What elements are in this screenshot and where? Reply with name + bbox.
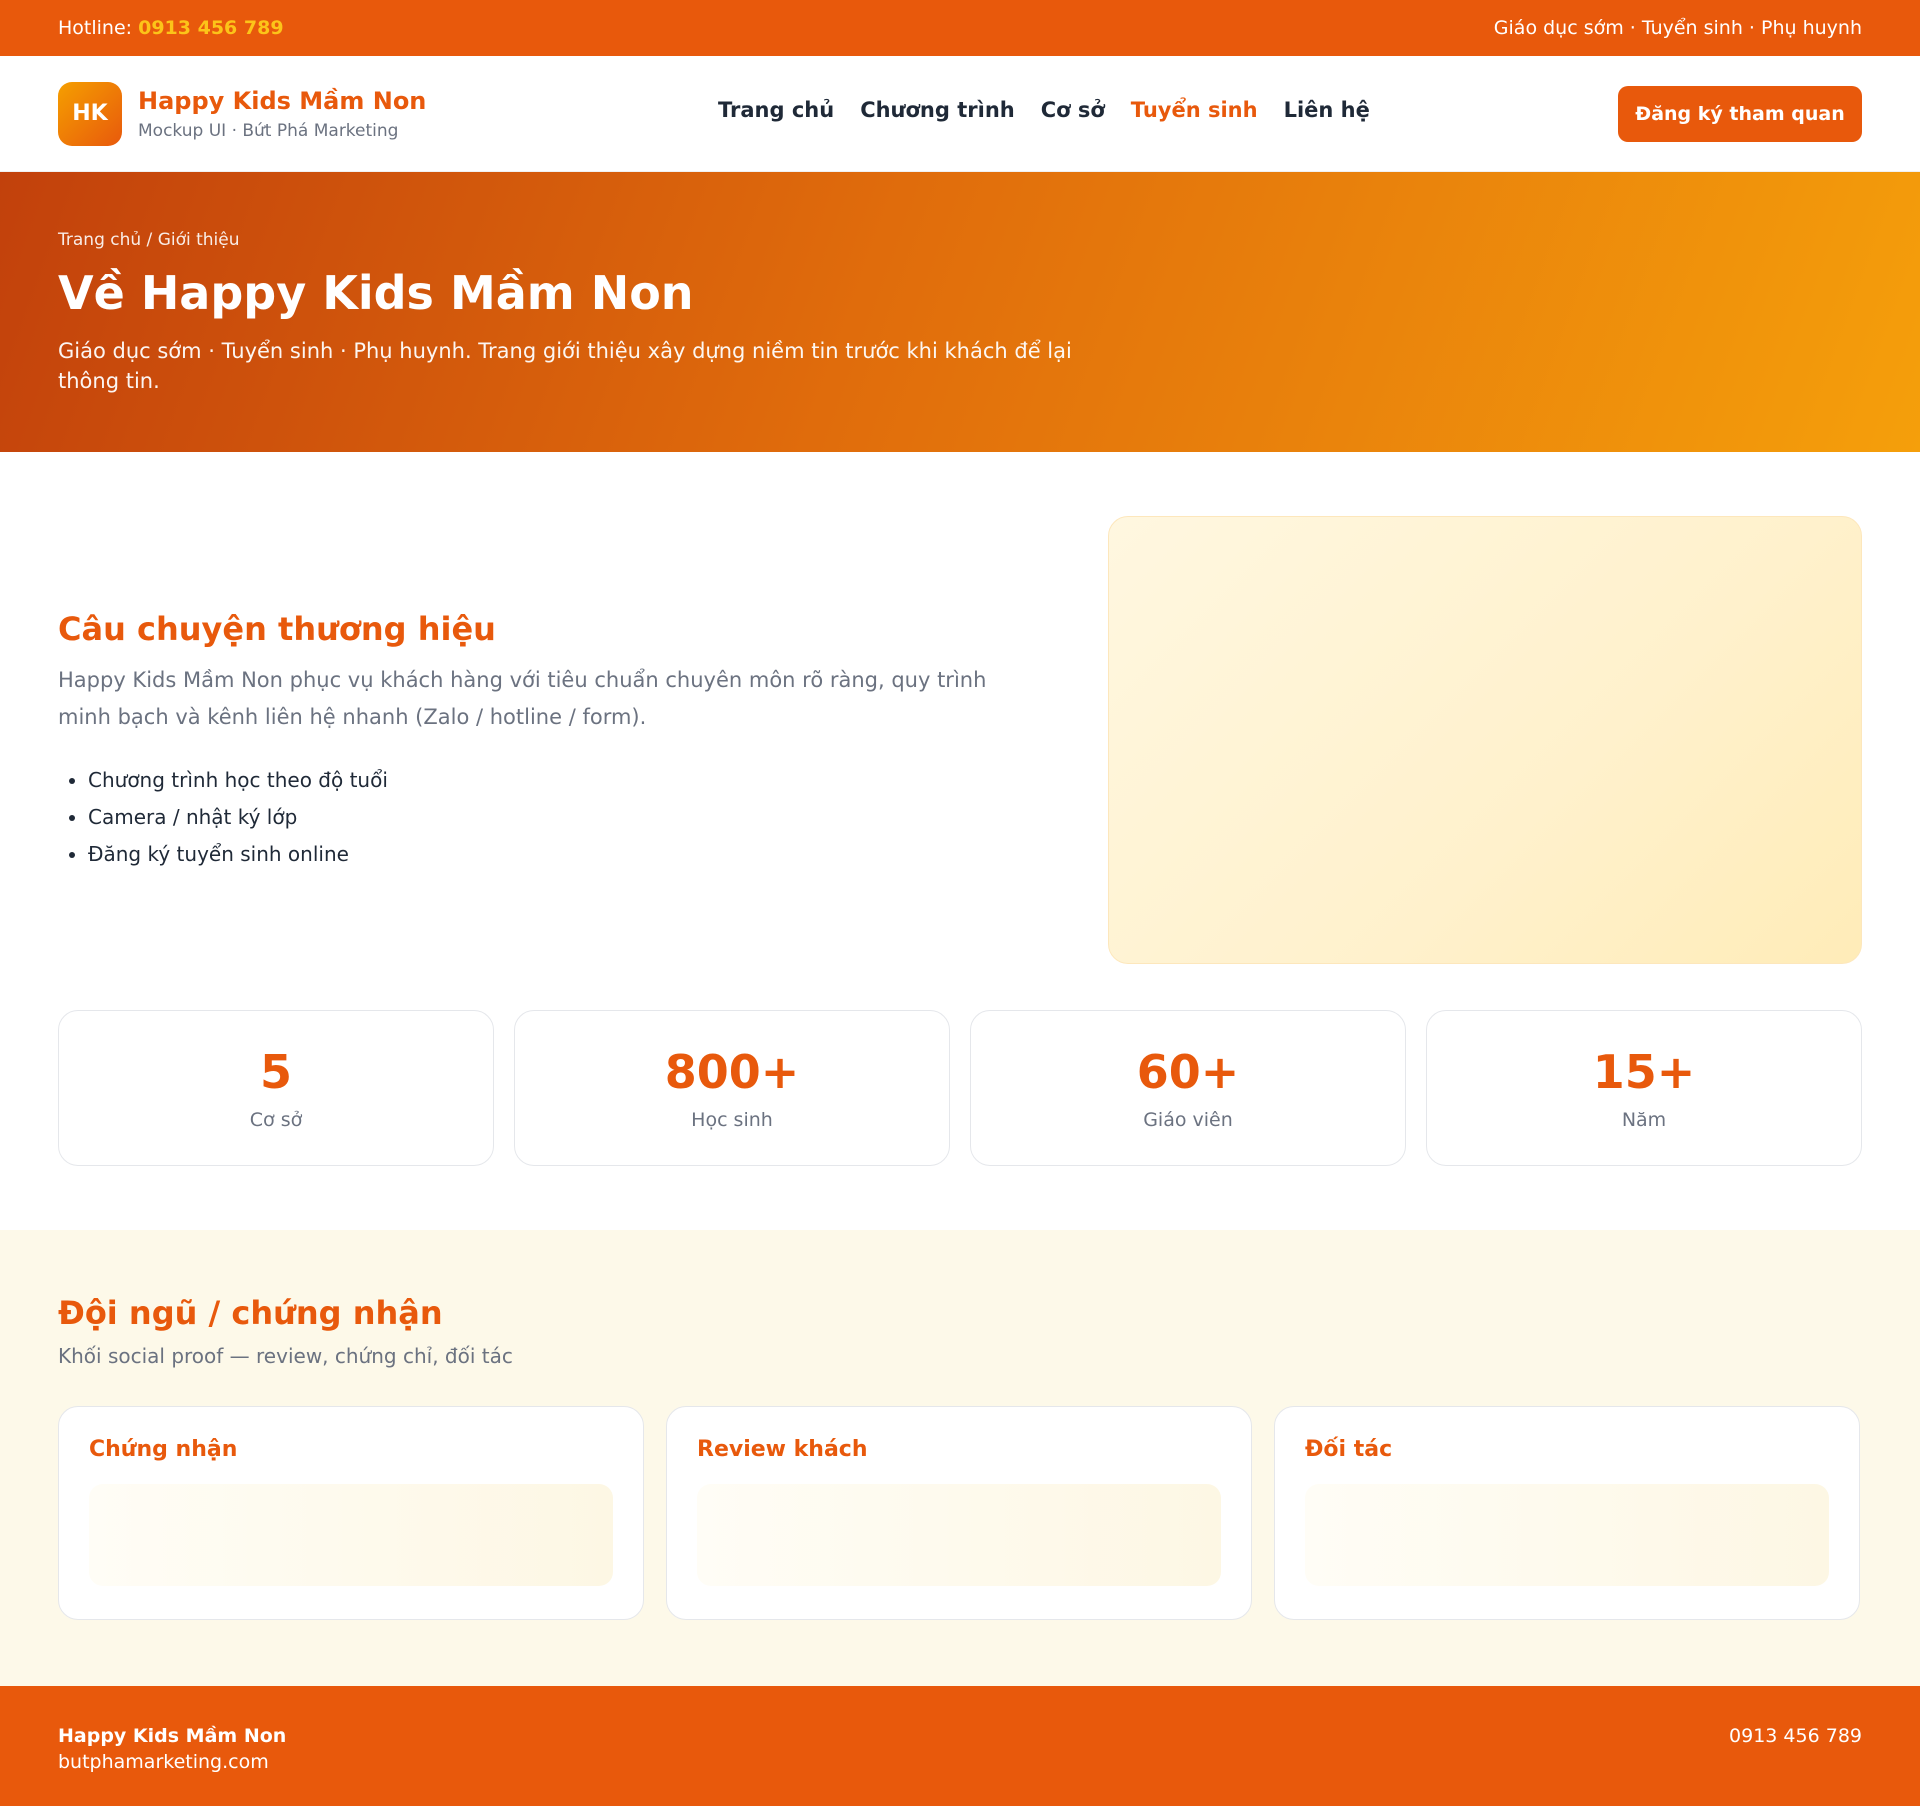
stat-label: Giáo viên bbox=[1143, 1109, 1233, 1131]
brand-name: Happy Kids Mầm Non bbox=[138, 86, 427, 115]
hotline-number-link[interactable]: 0913 456 789 bbox=[138, 17, 283, 39]
logo-strip-placeholder bbox=[89, 1484, 613, 1586]
list-item: Camera / nhật ký lớp bbox=[88, 799, 1038, 836]
stat-label: Cơ sở bbox=[249, 1109, 303, 1131]
stat-label: Năm bbox=[1621, 1109, 1667, 1131]
site-header: HK Happy Kids Mầm Non Mockup UI · Bứt Ph… bbox=[0, 56, 1920, 172]
story-bullets: Chương trình học theo độ tuổi Camera / n… bbox=[58, 762, 1038, 873]
nav-item-lien-he[interactable]: Liên hệ bbox=[1284, 98, 1370, 122]
stat-label: Học sinh bbox=[691, 1109, 773, 1131]
stats-row: 5 Cơ sở 800+ Học sinh 60+ Giáo viên 15+ … bbox=[0, 964, 1920, 1166]
page-title: Về Happy Kids Mầm Non bbox=[58, 266, 694, 320]
footer-brand-name: Happy Kids Mầm Non bbox=[58, 1725, 287, 1747]
card-partners: Đối tác bbox=[1274, 1406, 1860, 1620]
story-description: Happy Kids Mầm Non phục vụ khách hàng vớ… bbox=[58, 668, 987, 729]
list-item: Đăng ký tuyển sinh online bbox=[88, 836, 1038, 873]
brand-story-section: Câu chuyện thương hiệu Happy Kids Mầm No… bbox=[0, 452, 1920, 964]
nav-item-chuong-trinh[interactable]: Chương trình bbox=[860, 98, 1015, 122]
top-bar: Hotline: 0913 456 789 Giáo dục sớm · Tuy… bbox=[0, 0, 1920, 56]
list-item: Chương trình học theo độ tuổi bbox=[88, 762, 1038, 799]
footer-phone-link[interactable]: 0913 456 789 bbox=[1729, 1725, 1862, 1747]
logo-badge: HK bbox=[58, 81, 122, 146]
team-certifications-section: Đội ngũ / chứng nhận Khối social proof —… bbox=[0, 1230, 1920, 1686]
footer-website-link[interactable]: butphamarketing.com bbox=[58, 1751, 286, 1773]
register-visit-button[interactable]: Đăng ký tham quan bbox=[1618, 85, 1862, 142]
nav-item-tuyen-sinh[interactable]: Tuyển sinh bbox=[1131, 98, 1258, 122]
logo-strip-placeholder bbox=[697, 1484, 1221, 1586]
brand-subtitle: Mockup UI · Bứt Phá Marketing bbox=[138, 120, 399, 141]
card-certifications: Chứng nhận bbox=[58, 1406, 644, 1620]
stat-card: 800+ Học sinh bbox=[514, 1010, 950, 1166]
hotline-label: Hotline: bbox=[58, 17, 133, 39]
stat-card: 5 Cơ sở bbox=[58, 1010, 494, 1166]
card-title: Chứng nhận bbox=[89, 1437, 238, 1462]
team-title: Đội ngũ / chứng nhận bbox=[58, 1294, 443, 1332]
nav-item-co-so[interactable]: Cơ sở bbox=[1041, 98, 1105, 122]
stat-value: 800+ bbox=[664, 1045, 800, 1099]
card-title: Đối tác bbox=[1305, 1437, 1393, 1462]
story-image-placeholder bbox=[1108, 516, 1862, 964]
breadcrumb: Trang chủ / Giới thiệu bbox=[58, 230, 240, 250]
main-nav: Trang chủ Chương trình Cơ sở Tuyển sinh … bbox=[718, 98, 1370, 122]
story-text: Câu chuyện thương hiệu Happy Kids Mầm No… bbox=[58, 516, 1038, 964]
brand-logo-link[interactable]: HK Happy Kids Mầm Non Mockup UI · Bứt Ph… bbox=[58, 81, 427, 146]
stat-value: 15+ bbox=[1592, 1045, 1696, 1099]
social-proof-cards: Chứng nhận Review khách Đối tác bbox=[58, 1406, 1862, 1620]
hotline: Hotline: 0913 456 789 bbox=[58, 17, 284, 39]
stat-card: 15+ Năm bbox=[1426, 1010, 1862, 1166]
stat-value: 5 bbox=[259, 1045, 292, 1099]
story-title: Câu chuyện thương hiệu bbox=[58, 610, 496, 648]
hero-banner: Trang chủ / Giới thiệu Về Happy Kids Mầm… bbox=[0, 172, 1920, 452]
card-reviews: Review khách bbox=[666, 1406, 1252, 1620]
site-footer: Happy Kids Mầm Non butphamarketing.com 0… bbox=[0, 1686, 1920, 1806]
card-title: Review khách bbox=[697, 1437, 868, 1462]
top-tagline: Giáo dục sớm · Tuyển sinh · Phụ huynh bbox=[1493, 17, 1862, 39]
stat-card: 60+ Giáo viên bbox=[970, 1010, 1406, 1166]
nav-item-trang-chu[interactable]: Trang chủ bbox=[718, 98, 834, 122]
stat-value: 60+ bbox=[1136, 1045, 1240, 1099]
hero-subtitle: Giáo dục sớm · Tuyển sinh · Phụ huynh. T… bbox=[58, 339, 1072, 393]
team-subtitle: Khối social proof — review, chứng chỉ, đ… bbox=[58, 1344, 513, 1368]
logo-strip-placeholder bbox=[1305, 1484, 1829, 1586]
